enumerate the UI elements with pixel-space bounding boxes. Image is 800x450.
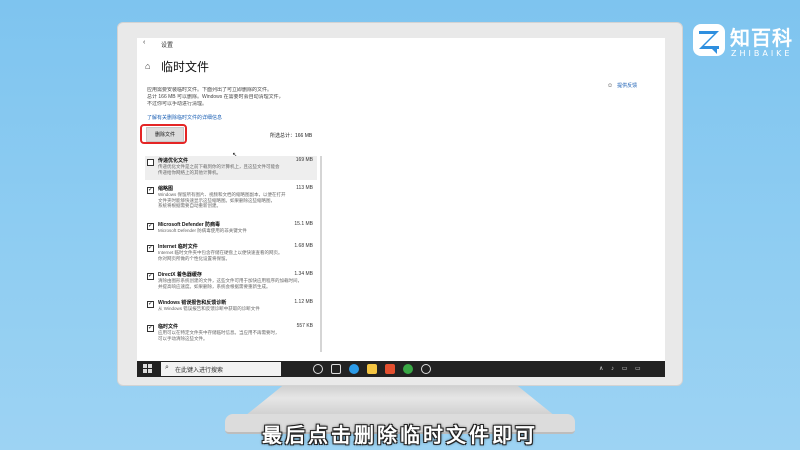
item-size: 1.12 MB xyxy=(294,299,313,305)
home-icon: ⌂ xyxy=(145,61,151,71)
item-description: Internet 临时文件夹中包含存储在硬盘上以便快速查看的网页。 你对网页所做… xyxy=(158,250,313,261)
item-description-line: 并提高响应速度。如果删除，系统会根据需要重新生成。 xyxy=(158,283,271,289)
video-caption: 最后点击删除临时文件即可 xyxy=(262,423,538,447)
search-icon: ⌕ xyxy=(165,364,169,371)
back-arrow-icon[interactable]: ‹ xyxy=(143,39,145,46)
app-icon[interactable] xyxy=(403,364,413,374)
feedback-link[interactable]: ☺ 提供反馈 xyxy=(607,82,637,89)
file-explorer-icon[interactable] xyxy=(367,364,377,374)
item-description: 应用可以在特定文件夹中存储临时信息。当应用不再需要时， 可以手动清除这些文件。 xyxy=(158,330,313,341)
page-title: 临时文件 xyxy=(161,60,210,74)
item-description: 清除由图形系统创建的文件，这些文件可用于加快应用程序的加载时间， 并提高响应速度… xyxy=(158,278,313,289)
list-item[interactable]: ✓ DirectX 着色器缓存 1.34 MB 清除由图形系统创建的文件，这些文… xyxy=(145,270,317,294)
system-tray[interactable]: ∧ ♪ ▭ ▭ xyxy=(599,365,644,372)
feedback-icon: ☺ xyxy=(607,83,614,89)
item-checkbox[interactable]: ✓ xyxy=(147,273,154,280)
item-size: 113 MB xyxy=(296,185,313,191)
delete-button-highlight xyxy=(140,124,187,144)
monitor-stand xyxy=(245,386,555,416)
item-size: 15.1 MB xyxy=(294,221,313,227)
item-description-line: 传递给你网络上的其他计算机。 xyxy=(158,169,221,175)
item-description-line: 可以手动清除这些文件。 xyxy=(158,335,208,341)
item-name: 缩略图 xyxy=(158,186,174,192)
description-line: 应用需要安装临时文件。下面列出了可立即删除的文件。 xyxy=(147,87,273,93)
item-name: 传递优化文件 xyxy=(158,158,189,164)
logo-icon xyxy=(693,24,725,56)
list-item[interactable]: ✓ 缩略图 113 MB Windows 保留所有图片、视频和文档的缩略图副本，… xyxy=(145,184,317,208)
list-item[interactable]: ✓ Internet 临时文件 1.68 MB Internet 临时文件夹中包… xyxy=(145,242,317,266)
item-name: Microsoft Defender 防病毒 xyxy=(158,222,220,228)
logo-subtitle: ZHIBAIKE xyxy=(731,49,793,58)
help-link[interactable]: 了解有关删除临时文件的详细信息 xyxy=(147,114,222,121)
selected-total: 所选总计：166 MB xyxy=(270,133,313,139)
item-name: 临时文件 xyxy=(158,324,179,330)
item-checkbox[interactable]: ✓ xyxy=(147,187,154,194)
zhibaike-logo: 知百科 ZHIBAIKE xyxy=(693,20,793,66)
list-item[interactable]: ✓ 临时文件 557 KB 应用可以在特定文件夹中存储临时信息。当应用不再需要时… xyxy=(145,322,317,346)
item-checkbox[interactable]: ✓ xyxy=(147,223,154,230)
item-description-line: 系统将根据需要自动重新创建。 xyxy=(158,203,221,208)
item-checkbox[interactable]: ✓ xyxy=(147,245,154,252)
edge-browser-icon[interactable] xyxy=(349,364,359,374)
item-description-line: 从 Windows 错误报告和反馈诊断中获取的诊断文件 xyxy=(158,306,260,311)
item-description-line: 你对网页所做的个性化设置将保留。 xyxy=(158,255,230,261)
window-topbar: ‹ 设置 xyxy=(137,38,665,52)
search-placeholder: 在此键入进行搜索 xyxy=(175,368,224,374)
item-description: 从 Windows 错误报告和反馈诊断中获取的诊断文件 xyxy=(158,306,313,312)
item-name: DirectX 着色器缓存 xyxy=(158,272,202,278)
feedback-label: 提供反馈 xyxy=(617,83,638,89)
taskbar: ⌕ 在此键入进行搜索 ∧ ♪ ▭ ▭ xyxy=(137,361,665,377)
item-name: Windows 错误报告和反馈诊断 xyxy=(158,300,227,306)
taskbar-search-input[interactable]: ⌕ 在此键入进行搜索 xyxy=(161,362,281,376)
item-size: 1.68 MB xyxy=(294,243,313,249)
item-checkbox[interactable] xyxy=(147,159,154,166)
list-item[interactable]: 传递优化文件 169 MB 传递优化文件是之前下载到你的计算机上，且这些文件可能… xyxy=(145,156,317,180)
list-item[interactable]: ✓ Windows 错误报告和反馈诊断 1.12 MB 从 Windows 错误… xyxy=(145,298,317,322)
item-size: 169 MB xyxy=(295,157,313,163)
item-description: 传递优化文件是之前下载到你的计算机上，且这些文件可能会 传递给你网络上的其他计算… xyxy=(158,164,313,175)
store-icon[interactable] xyxy=(385,364,395,374)
list-item[interactable]: ✓ Microsoft Defender 防病毒 15.1 MB Microso… xyxy=(145,220,317,244)
window-title: 设置 xyxy=(161,43,174,49)
item-description-line: 清除由图形系统创建的文件，这些文件可用于加快应用程序的加载时间， xyxy=(158,278,302,283)
description-line: 不过你可以手动进行清理。 xyxy=(147,101,208,107)
item-description: Microsoft Defender 防病毒使用的非关键文件 xyxy=(158,228,313,234)
windows-start-icon[interactable] xyxy=(143,364,153,374)
item-checkbox[interactable]: ✓ xyxy=(147,301,154,308)
item-checkbox[interactable]: ✓ xyxy=(147,325,154,332)
list-scrollbar[interactable] xyxy=(320,156,322,352)
cortana-icon[interactable] xyxy=(313,364,323,374)
item-description-line: Microsoft Defender 防病毒使用的非关键文件 xyxy=(158,228,247,233)
settings-window: ‹ 设置 ⌂ 临时文件 应用需要安装临时文件。下面列出了可立即删除的文件。 总计… xyxy=(137,38,665,377)
item-description: Windows 保留所有图片、视频和文档的缩略图副本，以便在打开 文件夹时能够快… xyxy=(158,192,313,209)
settings-gear-icon[interactable] xyxy=(421,364,431,374)
task-view-icon[interactable] xyxy=(331,364,341,374)
item-size: 557 KB xyxy=(296,323,313,329)
description-line: 总计 166 MB 可以删除。Windows 在需要时会自动清理文件， xyxy=(147,94,284,100)
item-name: Internet 临时文件 xyxy=(158,244,198,250)
monitor-frame: ‹ 设置 ⌂ 临时文件 应用需要安装临时文件。下面列出了可立即删除的文件。 总计… xyxy=(117,22,683,386)
item-size: 1.34 MB xyxy=(294,271,313,277)
logo-title: 知百科 xyxy=(730,26,793,50)
